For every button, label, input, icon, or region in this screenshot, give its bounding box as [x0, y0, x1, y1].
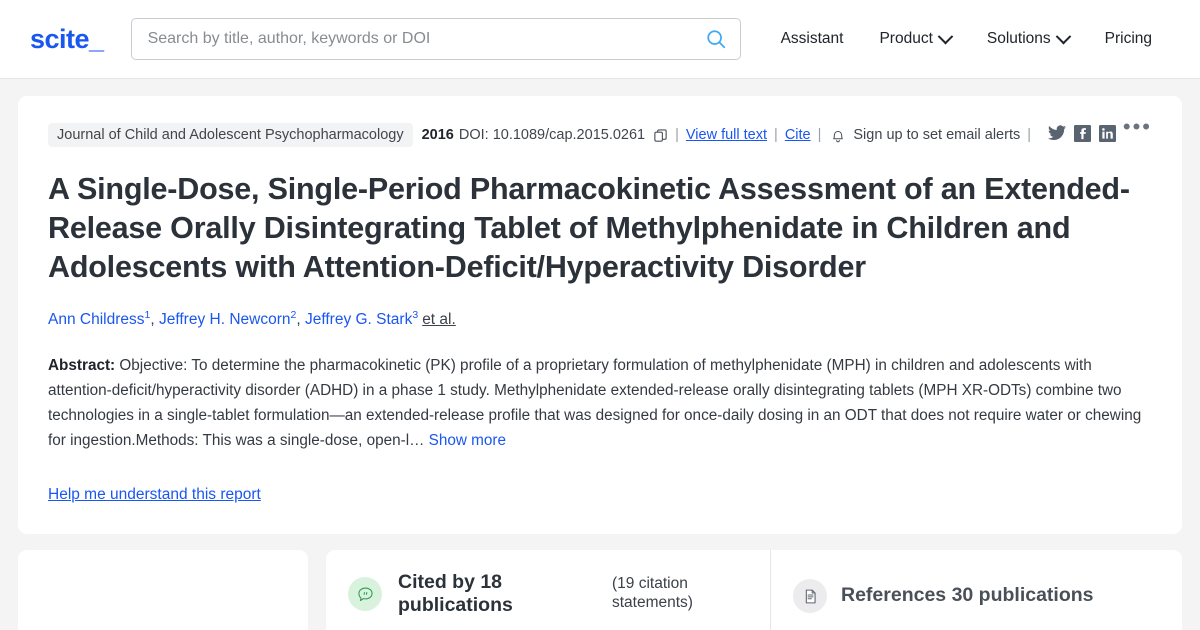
nav-label: Assistant: [780, 30, 844, 47]
abstract-text: Objective: To determine the pharmacokine…: [48, 357, 1142, 449]
nav-item-solutions[interactable]: Solutions: [969, 22, 1087, 56]
email-alerts-link[interactable]: Sign up to set email alerts: [853, 127, 1020, 143]
bottom-panels: Cited by 18 publications (19 citation st…: [0, 550, 1200, 630]
search-bar: [130, 18, 741, 60]
tab-cited-by[interactable]: Cited by 18 publications (19 citation st…: [326, 550, 770, 630]
facebook-icon[interactable]: [1074, 124, 1092, 146]
nav-label: Pricing: [1104, 30, 1153, 47]
journal-name: Journal of Child and Adolescent Psychoph…: [48, 123, 413, 147]
author-link[interactable]: Jeffrey G. Stark: [305, 311, 412, 328]
author-list: Ann Childress1, Jeffrey H. Newcorn2, Jef…: [48, 309, 456, 329]
article-meta-row: Journal of Child and Adolescent Psychoph…: [48, 116, 1152, 148]
doi-label: DOI: 10.1089/cap.2015.0261: [458, 127, 646, 143]
page-title: A Single-Dose, Single-Period Pharmacokin…: [48, 172, 1130, 285]
abstract-label: Abstract:: [48, 357, 116, 375]
chevron-down-icon: [937, 28, 954, 44]
publication-year: 2016: [421, 127, 454, 143]
side-panel-card: [18, 550, 308, 630]
site-header: scite_ Assistant Product Solutions Prici…: [0, 0, 1200, 79]
author-affiliation-marker: 3: [412, 309, 419, 322]
view-full-text-link[interactable]: View full text: [686, 127, 767, 143]
citation-statements-label: (19 citation statements): [612, 575, 693, 612]
copy-icon[interactable]: [653, 128, 668, 143]
nav-item-product[interactable]: Product: [861, 22, 968, 56]
et-al-toggle[interactable]: et al.: [422, 311, 456, 328]
tab-references[interactable]: References 30 publications: [770, 550, 1182, 630]
document-icon: [793, 579, 827, 614]
author-link[interactable]: Ann Childress: [48, 311, 145, 328]
main-nav: Assistant Product Solutions Pricing: [763, 22, 1170, 56]
abstract-block: Abstract: Objective: To determine the ph…: [48, 354, 1152, 453]
search-input[interactable]: [130, 18, 741, 60]
nav-item-assistant[interactable]: Assistant: [763, 22, 862, 56]
help-understand-report-link[interactable]: Help me understand this report: [48, 486, 261, 504]
nav-label: Product: [879, 30, 933, 47]
cite-link[interactable]: Cite: [785, 127, 811, 143]
nav-label: Solutions: [986, 30, 1051, 47]
references-label: References 30 publications: [841, 584, 1094, 607]
twitter-icon[interactable]: [1048, 125, 1067, 145]
linkedin-icon[interactable]: [1099, 124, 1117, 146]
author-link[interactable]: Jeffrey H. Newcorn: [159, 311, 291, 328]
cited-by-label: Cited by 18 publications: [398, 570, 513, 617]
search-icon[interactable]: [701, 24, 731, 54]
citation-bubble-icon: [348, 577, 382, 612]
scite-logo[interactable]: scite_: [30, 24, 104, 55]
meta-separator: |: [817, 127, 822, 143]
nav-item-pricing[interactable]: Pricing: [1087, 22, 1170, 56]
more-options-button[interactable]: •••: [1123, 116, 1152, 138]
meta-separator: |: [774, 127, 778, 143]
social-share-group: [1048, 124, 1117, 146]
show-more-link[interactable]: Show more: [429, 432, 506, 449]
meta-separator: |: [675, 127, 679, 143]
bell-icon[interactable]: [830, 127, 846, 144]
page-body: Journal of Child and Adolescent Psychoph…: [0, 79, 1200, 535]
article-card: Journal of Child and Adolescent Psychoph…: [18, 96, 1182, 535]
tab-bar: Cited by 18 publications (19 citation st…: [326, 550, 1182, 630]
chevron-down-icon: [1055, 28, 1071, 44]
meta-separator: |: [1027, 127, 1032, 143]
